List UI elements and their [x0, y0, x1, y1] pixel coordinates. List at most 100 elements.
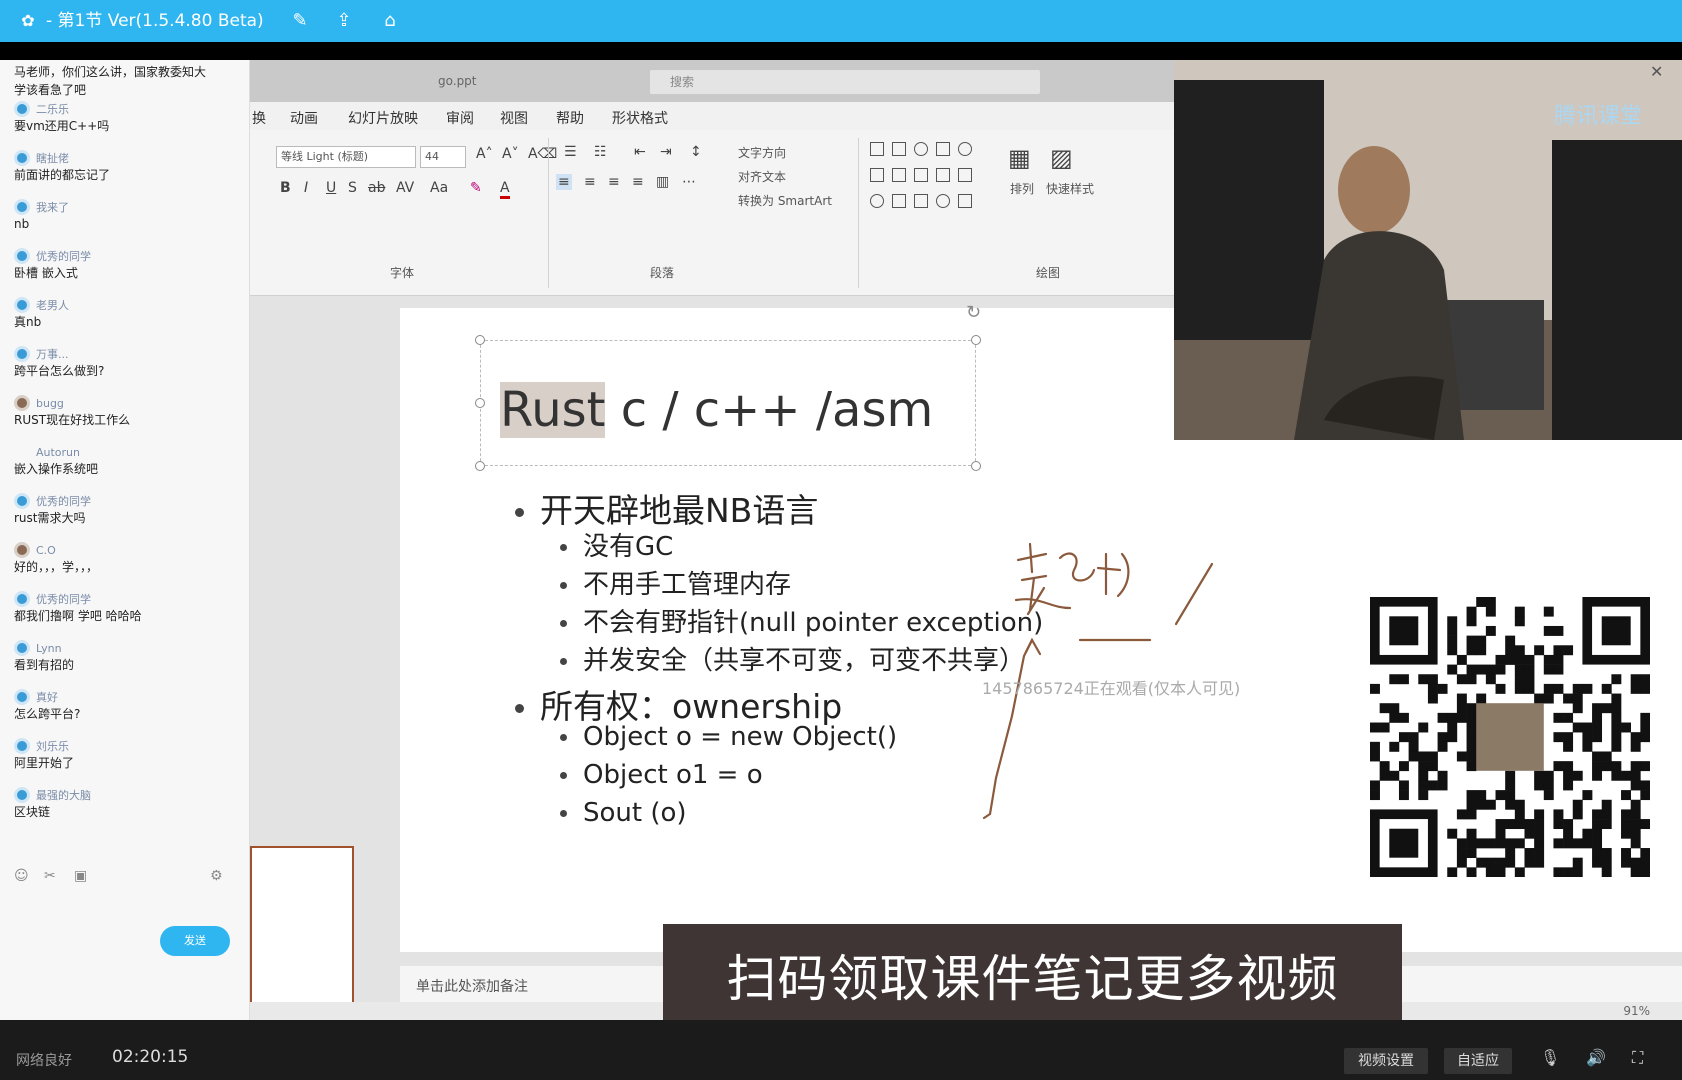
chat-message: 真好怎么跨平台?: [14, 688, 242, 722]
home-icon[interactable]: ⌂: [378, 10, 402, 32]
image-icon[interactable]: ▣: [74, 868, 87, 884]
highlight-icon[interactable]: ✎: [470, 180, 482, 196]
player-bottom-bar: 网络良好 02:20:15 视频设置 自适应 🎙 🔊 ⛶: [0, 1020, 1682, 1080]
justify-icon[interactable]: ≡: [632, 174, 644, 190]
font-color-icon[interactable]: A: [500, 180, 510, 199]
avatar[interactable]: [14, 150, 30, 166]
avatar[interactable]: [14, 346, 30, 362]
zoom-level[interactable]: 91%: [1623, 1004, 1650, 1018]
chat-username: 二乐乐: [36, 103, 69, 116]
underline-icon[interactable]: U: [326, 180, 336, 196]
fit-button[interactable]: 自适应: [1444, 1048, 1512, 1074]
grow-font-icon[interactable]: A˄: [476, 146, 493, 162]
arrange-icon[interactable]: ▦: [1008, 144, 1031, 172]
avatar[interactable]: [14, 689, 30, 705]
bold-icon[interactable]: B: [280, 180, 291, 196]
avatar[interactable]: [14, 101, 30, 117]
close-icon[interactable]: ✕: [1650, 62, 1663, 81]
slide-thumbnail[interactable]: [250, 846, 354, 1020]
quick-styles-icon[interactable]: ▨: [1050, 144, 1073, 172]
align-right-icon[interactable]: ≡: [608, 174, 620, 190]
elapsed-time: 02:20:15: [112, 1047, 189, 1067]
avatar[interactable]: [14, 199, 30, 215]
distribute-icon[interactable]: ⋯: [682, 174, 696, 190]
chat-username: 优秀的同学: [36, 495, 91, 508]
convert-smartart-button[interactable]: 转换为 SmartArt: [738, 192, 832, 209]
chat-message: 优秀的同学 都我们撸啊 学吧 哈哈哈: [14, 590, 242, 624]
video-settings-button[interactable]: 视频设置: [1344, 1048, 1428, 1074]
columns-icon[interactable]: ▥: [656, 174, 669, 190]
chat-toolbar: ☺ ✂ ▣ ⚙: [14, 868, 242, 888]
ppt-search-input[interactable]: 搜索: [650, 70, 1040, 94]
chat-message: bugg RUST现在好找工作么: [14, 394, 242, 428]
chat-username: 瞎扯佬: [36, 152, 69, 165]
chat-message: 我来了 nb: [14, 198, 242, 232]
line-spacing-icon[interactable]: ↕: [690, 144, 702, 160]
group-paragraph-label: 段落: [650, 266, 675, 280]
chat-username: 万事...: [36, 348, 69, 361]
font-name-select[interactable]: 等线 Light (标题): [276, 146, 416, 168]
ribbon-tab[interactable]: 帮助: [556, 108, 584, 128]
chat-text: 都我们撸啊 学吧 哈哈哈: [14, 609, 142, 623]
chat-text: RUST现在好找工作么: [14, 413, 131, 427]
text-direction-button[interactable]: 文字方向: [738, 144, 786, 161]
scissors-icon[interactable]: ✂: [44, 868, 56, 884]
avatar[interactable]: [14, 395, 30, 411]
avatar[interactable]: [14, 248, 30, 264]
avatar[interactable]: [14, 787, 30, 803]
chat-message: Lynn 看到有招的: [14, 639, 242, 673]
align-left-icon[interactable]: ≡: [556, 174, 572, 190]
share-icon[interactable]: ⇪: [332, 10, 356, 32]
notes-placeholder: 单击此处添加备注: [416, 979, 528, 995]
numbering-icon[interactable]: ☷: [594, 144, 607, 160]
chat-text: 学该看急了吧: [14, 83, 87, 97]
chat-text: 怎么跨平台?: [14, 707, 81, 721]
strikethrough-icon[interactable]: ab: [368, 180, 385, 196]
volume-icon[interactable]: 🔊: [1586, 1048, 1606, 1067]
edit-icon[interactable]: ✎: [288, 10, 312, 32]
avatar[interactable]: [14, 591, 30, 607]
avatar[interactable]: [14, 542, 30, 558]
font-size-select[interactable]: 44: [420, 146, 466, 168]
ribbon-tab[interactable]: 换: [252, 108, 266, 128]
qr-code[interactable]: [1370, 597, 1650, 877]
ribbon-tab[interactable]: 动画: [290, 108, 318, 128]
chat-username: 真好: [36, 691, 58, 704]
increase-indent-icon[interactable]: ⇥: [660, 144, 672, 160]
change-case-icon[interactable]: Aa: [430, 180, 448, 196]
ribbon-tab[interactable]: 幻灯片放映: [348, 108, 418, 128]
ribbon-tab[interactable]: 视图: [500, 108, 528, 128]
fullscreen-icon[interactable]: ⛶: [1632, 1048, 1643, 1068]
microphone-icon[interactable]: 🎙: [1540, 1048, 1560, 1067]
bullets-icon[interactable]: ☰: [564, 144, 577, 160]
avatar[interactable]: [14, 444, 30, 460]
shadow-icon[interactable]: S: [348, 180, 357, 196]
char-spacing-icon[interactable]: AV: [396, 180, 414, 196]
decrease-indent-icon[interactable]: ⇤: [634, 144, 646, 160]
chat-message: 瞎扯佬 前面讲的都忘记了: [14, 149, 242, 183]
ribbon-tab[interactable]: 审阅: [446, 108, 474, 128]
quick-styles-button[interactable]: 快速样式: [1046, 180, 1094, 197]
chat-text: 看到有招的: [14, 658, 75, 672]
emoji-icon[interactable]: ☺: [14, 868, 29, 884]
chat-panel: 马老师，你们这么讲，国家教委知大 学该看急了吧 二乐乐 要vm还用C++吗 瞎扯佬 前面讲…: [0, 60, 250, 1020]
ppt-filename: go.ppt: [438, 74, 477, 88]
align-center-icon[interactable]: ≡: [584, 174, 596, 190]
settings-icon[interactable]: ⚙: [210, 868, 223, 884]
app-logo-icon: ✿: [21, 11, 35, 30]
clear-format-icon[interactable]: A⌫: [528, 146, 557, 162]
avatar[interactable]: [14, 297, 30, 313]
network-status: 网络良好: [16, 1053, 72, 1069]
chat-message: 最强的大脑 区块链: [14, 786, 242, 820]
shrink-font-icon[interactable]: A˅: [502, 146, 519, 162]
ribbon-tab[interactable]: 形状格式: [612, 108, 668, 128]
send-button[interactable]: 发送: [160, 926, 230, 956]
avatar[interactable]: [14, 493, 30, 509]
italic-icon[interactable]: I: [304, 180, 308, 196]
avatar[interactable]: [14, 640, 30, 656]
align-text-button[interactable]: 对齐文本: [738, 168, 786, 185]
arrange-button[interactable]: 排列: [1010, 180, 1034, 197]
avatar[interactable]: [14, 738, 30, 754]
promo-banner: 扫码领取课件笔记更多视频: [663, 924, 1402, 1034]
chat-message: Autorun 嵌入操作系统吧: [14, 443, 242, 477]
